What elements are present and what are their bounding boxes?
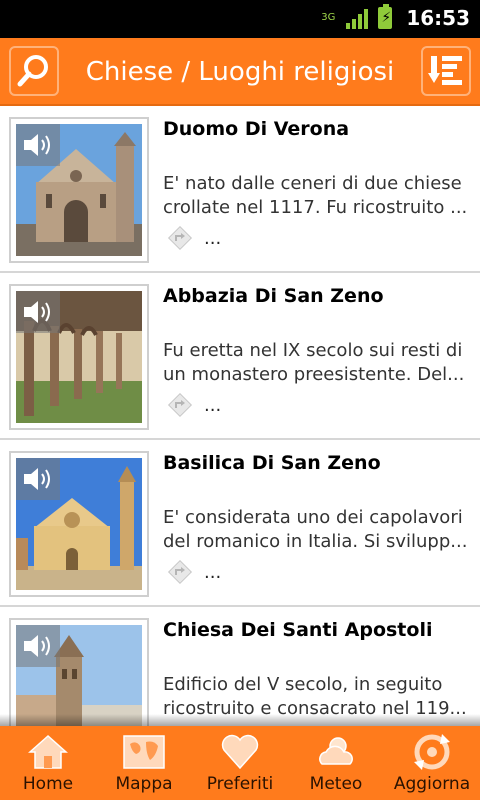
item-description: E' considerata uno dei capolavori del ro… <box>163 506 473 554</box>
clock: 16:53 <box>406 6 470 30</box>
thumbnail <box>9 451 149 597</box>
audio-button[interactable] <box>16 291 60 333</box>
description-line: E' nato dalle ceneri di due chiese <box>163 173 462 194</box>
item-title: Chiesa Dei Santi Apostoli <box>163 619 433 641</box>
status-bar: 3G ⚡ 16:53 <box>0 0 480 38</box>
page-title: Chiese / Luoghi religiosi <box>85 57 395 87</box>
weather-icon <box>319 737 353 765</box>
description-line: E' considerata uno dei capolavori <box>163 507 463 528</box>
search-button[interactable] <box>9 46 59 96</box>
thumbnail <box>9 284 149 430</box>
speaker-icon <box>24 635 50 657</box>
speaker-icon <box>24 468 50 490</box>
directions-icon[interactable] <box>166 391 194 419</box>
description-line: Fu eretta nel IX secolo sui resti di <box>163 340 463 361</box>
heart-icon <box>221 734 259 770</box>
thumbnail <box>9 117 149 263</box>
tab-label: Meteo <box>309 774 363 794</box>
description-line: del romanico in Italia. Si svilupp... <box>163 531 468 552</box>
list-item[interactable]: Abbazia Di San Zeno Fu eretta nel IX sec… <box>0 273 480 440</box>
tab-refresh[interactable]: Aggiorna <box>384 726 480 800</box>
network-type: 3G <box>321 12 336 23</box>
tab-label: Home <box>22 774 74 794</box>
title-bar: Chiese / Luoghi religiosi <box>0 38 480 106</box>
list-item[interactable]: Chiesa Dei Santi Apostoli Edificio del V… <box>0 607 480 726</box>
battery-icon: ⚡ <box>378 4 393 29</box>
sort-list-icon <box>428 56 462 85</box>
item-title: Basilica Di San Zeno <box>163 452 381 474</box>
description-line: crollate nel 1117. Fu ricostruito ... <box>163 197 468 218</box>
speaker-icon <box>24 301 50 323</box>
sort-button[interactable] <box>421 46 471 96</box>
audio-button[interactable] <box>16 124 60 166</box>
tab-label: Aggiorna <box>393 774 471 794</box>
audio-button[interactable] <box>16 458 60 500</box>
tab-label: Mappa <box>115 774 173 794</box>
apostoli-photo <box>16 625 142 726</box>
description-line: un monastero preesistente. Del... <box>163 364 465 385</box>
speaker-icon <box>24 134 50 156</box>
bottom-tab-bar: Home Mappa Preferiti Meteo Aggiorna <box>0 726 480 800</box>
search-icon <box>17 55 48 87</box>
tab-weather[interactable]: Meteo <box>288 726 384 800</box>
church-photo <box>16 124 142 256</box>
item-description: E' nato dalle ceneri di due chiese croll… <box>163 172 473 220</box>
item-title: Duomo Di Verona <box>163 118 350 140</box>
item-description: Fu eretta nel IX secolo sui resti di un … <box>163 339 473 387</box>
list-item[interactable]: Basilica Di San Zeno E' considerata uno … <box>0 440 480 607</box>
signal-icon <box>346 7 369 29</box>
more-text: ... <box>204 561 222 583</box>
thumbnail <box>9 618 149 726</box>
tab-home[interactable]: Home <box>0 726 96 800</box>
directions-icon[interactable] <box>166 224 194 252</box>
more-text: ... <box>204 394 222 416</box>
item-title: Abbazia Di San Zeno <box>163 285 384 307</box>
cloister-photo <box>16 291 142 423</box>
tab-map[interactable]: Mappa <box>96 726 192 800</box>
directions-icon[interactable] <box>166 558 194 586</box>
home-icon <box>28 734 68 769</box>
description-line: Edificio del V secolo, in seguito <box>163 674 443 695</box>
more-text: ... <box>204 227 222 249</box>
tab-favorites[interactable]: Preferiti <box>192 726 288 800</box>
refresh-icon <box>414 734 450 770</box>
places-list[interactable]: Duomo Di Verona E' nato dalle ceneri di … <box>0 106 480 726</box>
map-icon <box>123 735 165 769</box>
basilica-photo <box>16 458 142 590</box>
list-item[interactable]: Duomo Di Verona E' nato dalle ceneri di … <box>0 106 480 273</box>
tab-label: Preferiti <box>206 774 274 794</box>
tabbar-shadow <box>0 714 480 726</box>
audio-button[interactable] <box>16 625 60 667</box>
